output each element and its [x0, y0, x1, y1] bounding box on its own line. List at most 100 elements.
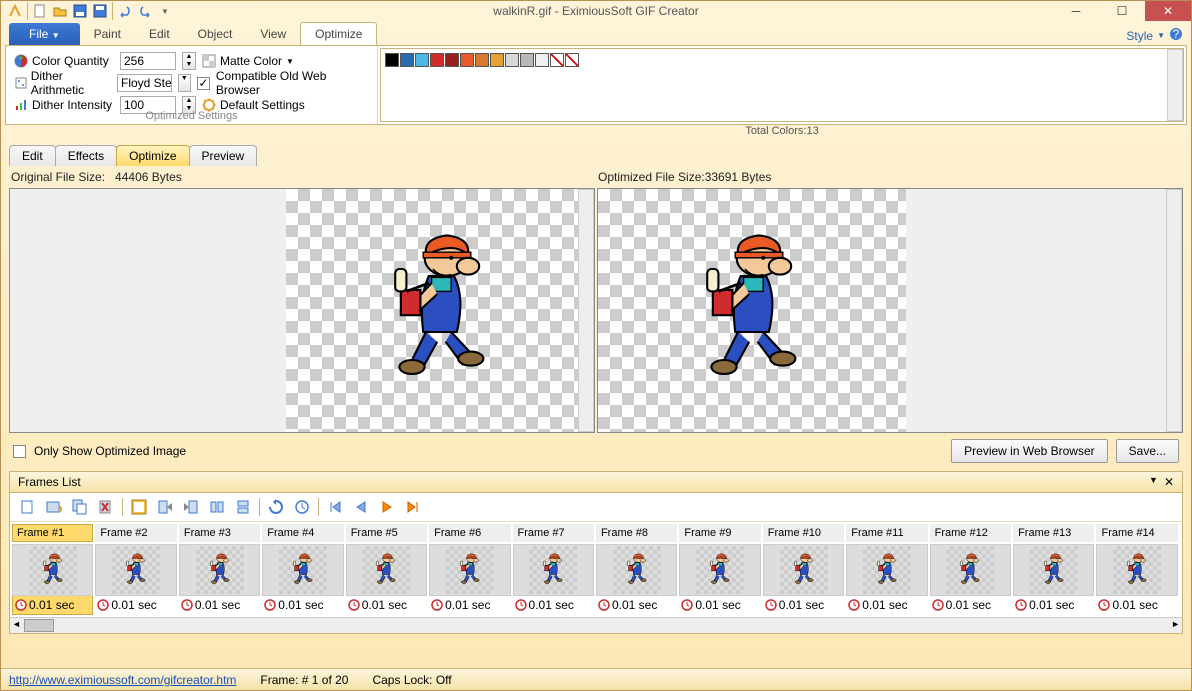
delete-frame-icon[interactable] [96, 497, 116, 517]
minimize-button[interactable]: ─ [1053, 1, 1099, 21]
frame-item[interactable]: Frame #10.01 sec [12, 524, 93, 615]
tab-optimize[interactable]: Optimize [300, 22, 377, 45]
undo-icon[interactable] [117, 3, 133, 19]
color-swatch[interactable] [505, 53, 519, 67]
save-button[interactable]: Save... [1116, 439, 1179, 463]
subtab-preview[interactable]: Preview [189, 145, 258, 166]
maximize-button[interactable]: ☐ [1099, 1, 1145, 21]
scrollbar[interactable] [1166, 189, 1182, 432]
frame-item[interactable]: Frame #100.01 sec [763, 524, 844, 615]
optimized-preview [597, 188, 1183, 433]
color-quantity-input[interactable] [120, 52, 176, 70]
orig-size-label: Original File Size: [11, 170, 105, 184]
color-swatch[interactable] [415, 53, 429, 67]
tab-view[interactable]: View [246, 23, 300, 45]
status-url[interactable]: http://www.eximioussoft.com/gifcreator.h… [9, 673, 236, 687]
color-swatch[interactable] [445, 53, 459, 67]
frame-item[interactable]: Frame #130.01 sec [1013, 524, 1094, 615]
dither-arith-combo[interactable]: Floyd Stei [117, 74, 172, 92]
frames-scrollbar[interactable]: ◄ ► [10, 617, 1182, 633]
qat-dropdown-icon[interactable]: ▼ [157, 3, 173, 19]
frame-item[interactable]: Frame #80.01 sec [596, 524, 677, 615]
frame-item[interactable]: Frame #70.01 sec [513, 524, 594, 615]
frame-item[interactable]: Frame #120.01 sec [930, 524, 1011, 615]
first-frame-icon[interactable] [325, 497, 345, 517]
prev-frame-icon[interactable] [351, 497, 371, 517]
open-icon[interactable] [52, 3, 68, 19]
close-button[interactable]: ✕ [1145, 1, 1191, 21]
frame-thumb [679, 544, 760, 596]
subtab-optimize[interactable]: Optimize [116, 145, 189, 166]
color-swatch[interactable] [460, 53, 474, 67]
move-right-icon[interactable] [181, 497, 201, 517]
redo-icon[interactable] [137, 3, 153, 19]
frame-item[interactable]: Frame #90.01 sec [679, 524, 760, 615]
frame-duration: 0.01 sec [346, 596, 427, 614]
color-swatch[interactable] [430, 53, 444, 67]
dropdown-icon[interactable]: ▼ [1149, 475, 1158, 489]
rotate-icon[interactable] [266, 497, 286, 517]
tab-paint[interactable]: Paint [80, 23, 135, 45]
import-frame-icon[interactable] [44, 497, 64, 517]
empty-swatch[interactable] [550, 53, 564, 67]
frame-thumb [513, 544, 594, 596]
frame-label: Frame #6 [429, 524, 510, 542]
frame-label: Frame #10 [763, 524, 844, 542]
frame-label: Frame #7 [513, 524, 594, 542]
style-menu[interactable]: Style ▼ ? [1126, 27, 1183, 44]
total-colors-label: Total Colors:13 [381, 125, 1183, 137]
flip-h-icon[interactable] [207, 497, 227, 517]
compat-checkbox[interactable]: ✓ [197, 77, 210, 90]
frame-duration: 0.01 sec [846, 596, 927, 614]
frame-thumb [179, 544, 260, 596]
opt-size-label: Optimized File Size:33691 Bytes [596, 166, 1183, 188]
timing-icon[interactable] [292, 497, 312, 517]
new-icon[interactable] [32, 3, 48, 19]
scrollbar[interactable] [578, 189, 594, 432]
frame-thumb [95, 544, 176, 596]
frame-item[interactable]: Frame #40.01 sec [262, 524, 343, 615]
save-icon[interactable] [72, 3, 88, 19]
frame-duration: 0.01 sec [179, 596, 260, 614]
last-frame-icon[interactable] [403, 497, 423, 517]
frame-duration: 0.01 sec [930, 596, 1011, 614]
color-swatch[interactable] [400, 53, 414, 67]
frame-item[interactable]: Frame #60.01 sec [429, 524, 510, 615]
spinner[interactable]: ▲▼ [182, 52, 196, 70]
frame-item[interactable]: Frame #140.01 sec [1096, 524, 1177, 615]
only-optimized-checkbox[interactable] [13, 445, 26, 458]
tab-edit[interactable]: Edit [135, 23, 184, 45]
frame-item[interactable]: Frame #20.01 sec [95, 524, 176, 615]
flip-v-icon[interactable] [233, 497, 253, 517]
color-swatch[interactable] [520, 53, 534, 67]
duplicate-frame-icon[interactable] [70, 497, 90, 517]
frame-item[interactable]: Frame #110.01 sec [846, 524, 927, 615]
help-icon[interactable]: ? [1169, 27, 1183, 44]
frame-label: Frame #1 [12, 524, 93, 542]
color-swatch[interactable] [490, 53, 504, 67]
frame-item[interactable]: Frame #30.01 sec [179, 524, 260, 615]
status-frame: Frame: # 1 of 20 [260, 673, 348, 687]
file-tab[interactable]: File ▼ [9, 23, 80, 45]
scrollbar[interactable] [1167, 49, 1183, 121]
saveas-icon[interactable] [92, 3, 108, 19]
next-frame-icon[interactable] [377, 497, 397, 517]
frame-duration: 0.01 sec [95, 596, 176, 614]
color-swatch[interactable] [475, 53, 489, 67]
preview-browser-button[interactable]: Preview in Web Browser [951, 439, 1108, 463]
tab-object[interactable]: Object [184, 23, 247, 45]
color-swatch[interactable] [535, 53, 549, 67]
close-panel-icon[interactable]: ✕ [1164, 475, 1174, 489]
combo-dropdown[interactable]: ▼ [178, 74, 192, 92]
color-swatch[interactable] [385, 53, 399, 67]
empty-swatch[interactable] [565, 53, 579, 67]
subtab-effects[interactable]: Effects [55, 145, 117, 166]
frame-label: Frame #8 [596, 524, 677, 542]
matte-color-dropdown[interactable]: Matte Color ▼ [202, 54, 294, 68]
frame-props-icon[interactable] [129, 497, 149, 517]
window-title: walkinR.gif - EximiousSoft GIF Creator [1, 4, 1191, 18]
frame-item[interactable]: Frame #50.01 sec [346, 524, 427, 615]
new-frame-icon[interactable] [18, 497, 38, 517]
subtab-edit[interactable]: Edit [9, 145, 56, 166]
move-left-icon[interactable] [155, 497, 175, 517]
